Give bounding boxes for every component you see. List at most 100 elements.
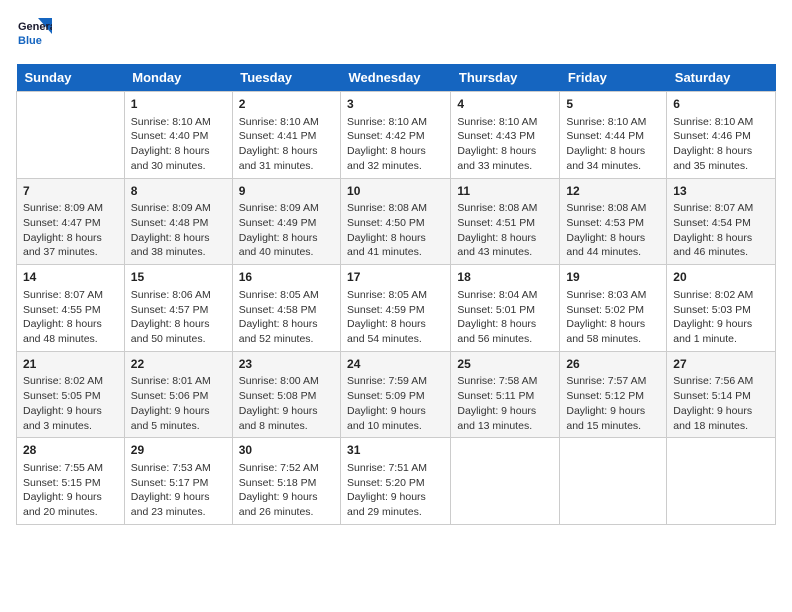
calendar-cell: 19 Sunrise: 8:03 AM Sunset: 5:02 PM Dayl… [560, 265, 667, 352]
calendar-cell: 15 Sunrise: 8:06 AM Sunset: 4:57 PM Dayl… [124, 265, 232, 352]
calendar-cell: 10 Sunrise: 8:08 AM Sunset: 4:50 PM Dayl… [341, 178, 451, 265]
calendar-cell: 28 Sunrise: 7:55 AM Sunset: 5:15 PM Dayl… [17, 438, 125, 525]
calendar-cell: 8 Sunrise: 8:09 AM Sunset: 4:48 PM Dayli… [124, 178, 232, 265]
sunset-text: Sunset: 5:01 PM [457, 303, 553, 318]
daylight-label: Daylight: 9 hours and 15 minutes. [566, 404, 660, 433]
column-header-monday: Monday [124, 64, 232, 92]
daylight-label: Daylight: 8 hours and 48 minutes. [23, 317, 118, 346]
sunset-text: Sunset: 4:40 PM [131, 129, 226, 144]
sunrise-text: Sunrise: 8:02 AM [23, 374, 118, 389]
sunrise-text: Sunrise: 7:56 AM [673, 374, 769, 389]
daylight-label: Daylight: 8 hours and 56 minutes. [457, 317, 553, 346]
sunrise-text: Sunrise: 8:07 AM [673, 201, 769, 216]
daylight-label: Daylight: 9 hours and 13 minutes. [457, 404, 553, 433]
sunset-text: Sunset: 4:46 PM [673, 129, 769, 144]
calendar-cell: 20 Sunrise: 8:02 AM Sunset: 5:03 PM Dayl… [667, 265, 776, 352]
sunset-text: Sunset: 5:03 PM [673, 303, 769, 318]
daylight-label: Daylight: 9 hours and 5 minutes. [131, 404, 226, 433]
sunset-text: Sunset: 4:53 PM [566, 216, 660, 231]
calendar-cell: 12 Sunrise: 8:08 AM Sunset: 4:53 PM Dayl… [560, 178, 667, 265]
daylight-label: Daylight: 9 hours and 8 minutes. [239, 404, 334, 433]
daylight-label: Daylight: 9 hours and 29 minutes. [347, 490, 444, 519]
sunrise-text: Sunrise: 7:53 AM [131, 461, 226, 476]
daylight-label: Daylight: 8 hours and 38 minutes. [131, 231, 226, 260]
sunset-text: Sunset: 4:47 PM [23, 216, 118, 231]
calendar-cell: 27 Sunrise: 7:56 AM Sunset: 5:14 PM Dayl… [667, 351, 776, 438]
sunset-text: Sunset: 5:09 PM [347, 389, 444, 404]
calendar-cell: 17 Sunrise: 8:05 AM Sunset: 4:59 PM Dayl… [341, 265, 451, 352]
sunset-text: Sunset: 5:17 PM [131, 476, 226, 491]
day-number: 21 [23, 356, 118, 373]
calendar-cell: 23 Sunrise: 8:00 AM Sunset: 5:08 PM Dayl… [232, 351, 340, 438]
day-number: 5 [566, 96, 660, 113]
calendar-cell: 30 Sunrise: 7:52 AM Sunset: 5:18 PM Dayl… [232, 438, 340, 525]
calendar-header-row: SundayMondayTuesdayWednesdayThursdayFrid… [17, 64, 776, 92]
column-header-sunday: Sunday [17, 64, 125, 92]
sunrise-text: Sunrise: 8:09 AM [131, 201, 226, 216]
calendar-cell: 5 Sunrise: 8:10 AM Sunset: 4:44 PM Dayli… [560, 92, 667, 179]
sunrise-text: Sunrise: 8:01 AM [131, 374, 226, 389]
column-header-wednesday: Wednesday [341, 64, 451, 92]
sunrise-text: Sunrise: 7:58 AM [457, 374, 553, 389]
calendar-cell: 21 Sunrise: 8:02 AM Sunset: 5:05 PM Dayl… [17, 351, 125, 438]
sunrise-text: Sunrise: 8:00 AM [239, 374, 334, 389]
sunset-text: Sunset: 5:05 PM [23, 389, 118, 404]
day-number: 15 [131, 269, 226, 286]
sunset-text: Sunset: 5:14 PM [673, 389, 769, 404]
daylight-label: Daylight: 8 hours and 40 minutes. [239, 231, 334, 260]
day-number: 10 [347, 183, 444, 200]
day-number: 23 [239, 356, 334, 373]
calendar-cell: 25 Sunrise: 7:58 AM Sunset: 5:11 PM Dayl… [451, 351, 560, 438]
sunset-text: Sunset: 4:49 PM [239, 216, 334, 231]
sunset-text: Sunset: 4:50 PM [347, 216, 444, 231]
day-number: 13 [673, 183, 769, 200]
calendar-table: SundayMondayTuesdayWednesdayThursdayFrid… [16, 64, 776, 525]
calendar-cell: 4 Sunrise: 8:10 AM Sunset: 4:43 PM Dayli… [451, 92, 560, 179]
day-number: 6 [673, 96, 769, 113]
calendar-cell: 3 Sunrise: 8:10 AM Sunset: 4:42 PM Dayli… [341, 92, 451, 179]
week-row-3: 14 Sunrise: 8:07 AM Sunset: 4:55 PM Dayl… [17, 265, 776, 352]
day-number: 7 [23, 183, 118, 200]
day-number: 18 [457, 269, 553, 286]
daylight-label: Daylight: 9 hours and 3 minutes. [23, 404, 118, 433]
calendar-cell [451, 438, 560, 525]
daylight-label: Daylight: 9 hours and 1 minute. [673, 317, 769, 346]
daylight-label: Daylight: 8 hours and 31 minutes. [239, 144, 334, 173]
daylight-label: Daylight: 9 hours and 23 minutes. [131, 490, 226, 519]
calendar-cell: 14 Sunrise: 8:07 AM Sunset: 4:55 PM Dayl… [17, 265, 125, 352]
sunrise-text: Sunrise: 7:52 AM [239, 461, 334, 476]
daylight-label: Daylight: 8 hours and 41 minutes. [347, 231, 444, 260]
column-header-thursday: Thursday [451, 64, 560, 92]
sunrise-text: Sunrise: 8:10 AM [239, 115, 334, 130]
sunrise-text: Sunrise: 8:05 AM [239, 288, 334, 303]
sunset-text: Sunset: 4:42 PM [347, 129, 444, 144]
sunrise-text: Sunrise: 8:09 AM [23, 201, 118, 216]
sunrise-text: Sunrise: 8:05 AM [347, 288, 444, 303]
week-row-2: 7 Sunrise: 8:09 AM Sunset: 4:47 PM Dayli… [17, 178, 776, 265]
sunrise-text: Sunrise: 8:09 AM [239, 201, 334, 216]
logo: General Blue [16, 16, 52, 52]
sunrise-text: Sunrise: 8:08 AM [347, 201, 444, 216]
svg-text:General: General [18, 21, 52, 33]
daylight-label: Daylight: 8 hours and 44 minutes. [566, 231, 660, 260]
day-number: 25 [457, 356, 553, 373]
daylight-label: Daylight: 9 hours and 18 minutes. [673, 404, 769, 433]
sunset-text: Sunset: 5:18 PM [239, 476, 334, 491]
daylight-label: Daylight: 8 hours and 34 minutes. [566, 144, 660, 173]
day-number: 11 [457, 183, 553, 200]
week-row-5: 28 Sunrise: 7:55 AM Sunset: 5:15 PM Dayl… [17, 438, 776, 525]
calendar-cell: 18 Sunrise: 8:04 AM Sunset: 5:01 PM Dayl… [451, 265, 560, 352]
daylight-label: Daylight: 8 hours and 58 minutes. [566, 317, 660, 346]
day-number: 29 [131, 442, 226, 459]
day-number: 2 [239, 96, 334, 113]
day-number: 17 [347, 269, 444, 286]
day-number: 9 [239, 183, 334, 200]
daylight-label: Daylight: 8 hours and 37 minutes. [23, 231, 118, 260]
day-number: 16 [239, 269, 334, 286]
calendar-cell: 26 Sunrise: 7:57 AM Sunset: 5:12 PM Dayl… [560, 351, 667, 438]
sunset-text: Sunset: 5:02 PM [566, 303, 660, 318]
calendar-cell: 2 Sunrise: 8:10 AM Sunset: 4:41 PM Dayli… [232, 92, 340, 179]
sunrise-text: Sunrise: 8:08 AM [457, 201, 553, 216]
sunrise-text: Sunrise: 7:55 AM [23, 461, 118, 476]
daylight-label: Daylight: 8 hours and 46 minutes. [673, 231, 769, 260]
